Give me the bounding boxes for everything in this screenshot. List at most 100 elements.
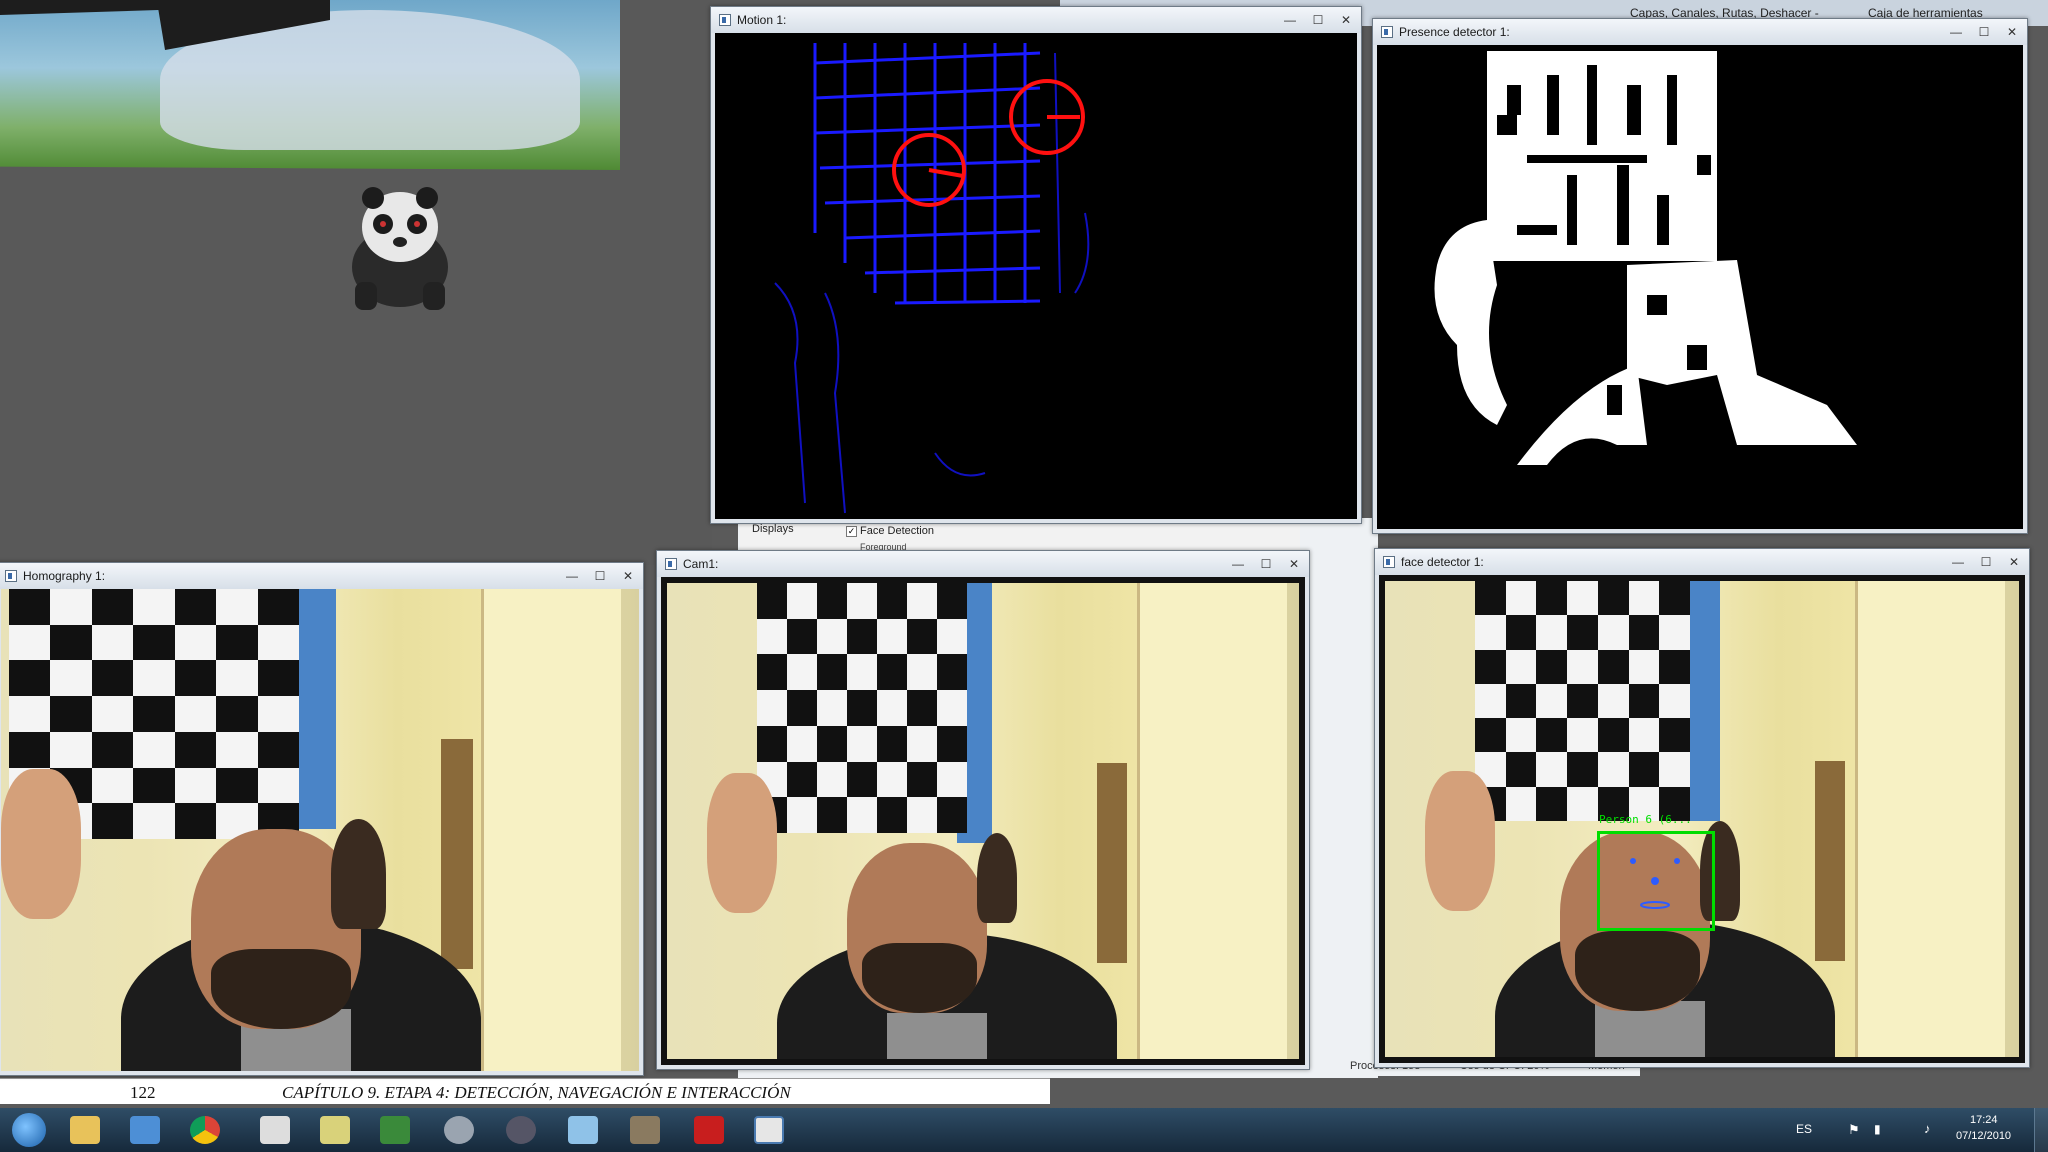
language-indicator[interactable]: ES bbox=[1796, 1122, 1812, 1136]
blue-panel bbox=[1685, 581, 1720, 821]
panda-model bbox=[352, 187, 448, 310]
taskbar-tex[interactable] bbox=[248, 1112, 302, 1148]
presence-detector-window[interactable]: Presence detector 1: — ☐ ✕ bbox=[1372, 18, 2028, 534]
presence-title: Presence detector 1: bbox=[1399, 25, 1510, 39]
taskbar-camera[interactable] bbox=[494, 1112, 548, 1148]
bookshelf bbox=[1097, 763, 1127, 963]
start-button[interactable] bbox=[2, 1112, 56, 1148]
chrome-icon bbox=[190, 1116, 220, 1144]
person-beard bbox=[862, 943, 977, 1013]
maximize-button[interactable]: ☐ bbox=[587, 567, 613, 585]
close-button[interactable]: ✕ bbox=[615, 567, 641, 585]
person-beard bbox=[1575, 931, 1700, 1011]
explorer-icon bbox=[70, 1116, 100, 1144]
person-hand bbox=[707, 773, 777, 913]
homography-title: Homography 1: bbox=[23, 569, 106, 583]
face-detection-checkbox[interactable]: ✓ bbox=[846, 526, 857, 537]
motion-titlebar[interactable]: Motion 1: — ☐ ✕ bbox=[711, 7, 1361, 33]
app-icon bbox=[320, 1116, 350, 1144]
checkerboard-pattern bbox=[1475, 581, 1690, 821]
taskbar-media[interactable] bbox=[432, 1112, 486, 1148]
3d-scene-viewport bbox=[0, 0, 712, 565]
homography-titlebar[interactable]: Homography 1: — ☐ ✕ bbox=[0, 563, 643, 589]
maximize-button[interactable]: ☐ bbox=[1253, 555, 1279, 573]
monitor-icon bbox=[380, 1116, 410, 1144]
minimize-button[interactable]: — bbox=[559, 567, 585, 585]
background-door bbox=[1855, 581, 2005, 1057]
person-beard bbox=[211, 949, 351, 1029]
clock-time[interactable]: 17:24 bbox=[1970, 1114, 1998, 1126]
homography-window[interactable]: Homography 1: — ☐ ✕ bbox=[0, 562, 644, 1076]
pdf-icon bbox=[694, 1116, 724, 1144]
maximize-button[interactable]: ☐ bbox=[1973, 553, 1999, 571]
windows-taskbar: ES ⚑ ▮ ♪ 17:24 07/12/2010 bbox=[0, 1108, 2048, 1152]
taskbar-pdf[interactable] bbox=[682, 1112, 736, 1148]
close-button[interactable]: ✕ bbox=[1281, 555, 1307, 573]
motion-window[interactable]: Motion 1: — ☐ ✕ bbox=[710, 6, 1362, 524]
close-button[interactable]: ✕ bbox=[2001, 553, 2027, 571]
person-hand bbox=[1, 769, 81, 919]
taskbar-monitor[interactable] bbox=[368, 1112, 422, 1148]
gimp-icon bbox=[630, 1116, 660, 1144]
person-shirt bbox=[887, 1013, 987, 1059]
minimize-button[interactable]: — bbox=[1225, 555, 1251, 573]
show-desktop-button[interactable] bbox=[2034, 1108, 2048, 1152]
maximize-button[interactable]: ☐ bbox=[1305, 11, 1331, 29]
face-detection-label: Person 6 (6... bbox=[1599, 813, 1692, 826]
motion-title: Motion 1: bbox=[737, 13, 787, 27]
window-app-icon bbox=[1383, 556, 1395, 568]
taskbar-gimp[interactable] bbox=[618, 1112, 672, 1148]
cam1-title: Cam1: bbox=[683, 557, 719, 571]
foreground-label[interactable]: Foreground bbox=[860, 542, 907, 550]
camera-icon bbox=[506, 1116, 536, 1144]
minimize-button[interactable]: — bbox=[1945, 553, 1971, 571]
volume-icon[interactable]: ♪ bbox=[1924, 1121, 1931, 1136]
homography-camera-view bbox=[1, 589, 639, 1071]
face-detector-camera-view: Person 6 (6... bbox=[1379, 575, 2025, 1063]
displays-label: Displays bbox=[752, 523, 794, 535]
taskbar-explorer[interactable] bbox=[58, 1112, 112, 1148]
checkerboard-pattern bbox=[757, 583, 967, 833]
maximize-button[interactable]: ☐ bbox=[1971, 23, 1997, 41]
person-hand bbox=[1425, 771, 1495, 911]
cam1-window[interactable]: Cam1: — ☐ ✕ bbox=[656, 550, 1310, 1070]
app-window-icon bbox=[754, 1116, 784, 1144]
window-app-icon bbox=[5, 570, 17, 582]
clock-date[interactable]: 07/12/2010 bbox=[1956, 1130, 2011, 1142]
person-hair bbox=[977, 833, 1017, 923]
person-hair bbox=[331, 819, 386, 929]
face-detector-titlebar[interactable]: face detector 1: — ☐ ✕ bbox=[1375, 549, 2029, 575]
close-button[interactable]: ✕ bbox=[1333, 11, 1359, 29]
minimize-button[interactable]: — bbox=[1277, 11, 1303, 29]
close-button[interactable]: ✕ bbox=[1999, 23, 2025, 41]
page-number: 122 bbox=[130, 1083, 156, 1102]
presence-titlebar[interactable]: Presence detector 1: — ☐ ✕ bbox=[1373, 19, 2027, 45]
face-detector-window[interactable]: face detector 1: — ☐ ✕ Person 6 (6... bbox=[1374, 548, 2030, 1068]
taskbar-app-window[interactable] bbox=[742, 1112, 796, 1148]
cam1-titlebar[interactable]: Cam1: — ☐ ✕ bbox=[657, 551, 1309, 577]
media-icon bbox=[444, 1116, 474, 1144]
taskbar-app[interactable] bbox=[308, 1112, 362, 1148]
flag-icon[interactable]: ⚑ bbox=[1848, 1122, 1860, 1138]
presence-mask bbox=[1434, 51, 1857, 465]
presence-mask-view bbox=[1377, 45, 2023, 529]
window-app-icon bbox=[719, 14, 731, 26]
chapter-heading: CAPÍTULO 9. ETAPA 4: DETECCIÓN, NAVEGACI… bbox=[282, 1083, 791, 1102]
face-detector-title: face detector 1: bbox=[1401, 555, 1484, 569]
background-door bbox=[1137, 583, 1287, 1059]
taskbar-chrome[interactable] bbox=[178, 1112, 232, 1148]
window-app-icon bbox=[665, 558, 677, 570]
background-door bbox=[481, 589, 621, 1071]
minimize-button[interactable]: — bbox=[1943, 23, 1969, 41]
window-app-icon bbox=[1381, 26, 1393, 38]
bookshelf bbox=[1815, 761, 1845, 961]
taskbar-window[interactable] bbox=[556, 1112, 610, 1148]
facial-landmarks bbox=[1630, 858, 1680, 909]
users-icon bbox=[130, 1116, 160, 1144]
motion-view bbox=[715, 33, 1357, 519]
face-detection-label[interactable]: Face Detection bbox=[860, 525, 934, 537]
window-icon bbox=[568, 1116, 598, 1144]
start-orb-icon bbox=[12, 1113, 46, 1147]
taskbar-users[interactable] bbox=[118, 1112, 172, 1148]
network-icon[interactable]: ▮ bbox=[1874, 1122, 1881, 1136]
